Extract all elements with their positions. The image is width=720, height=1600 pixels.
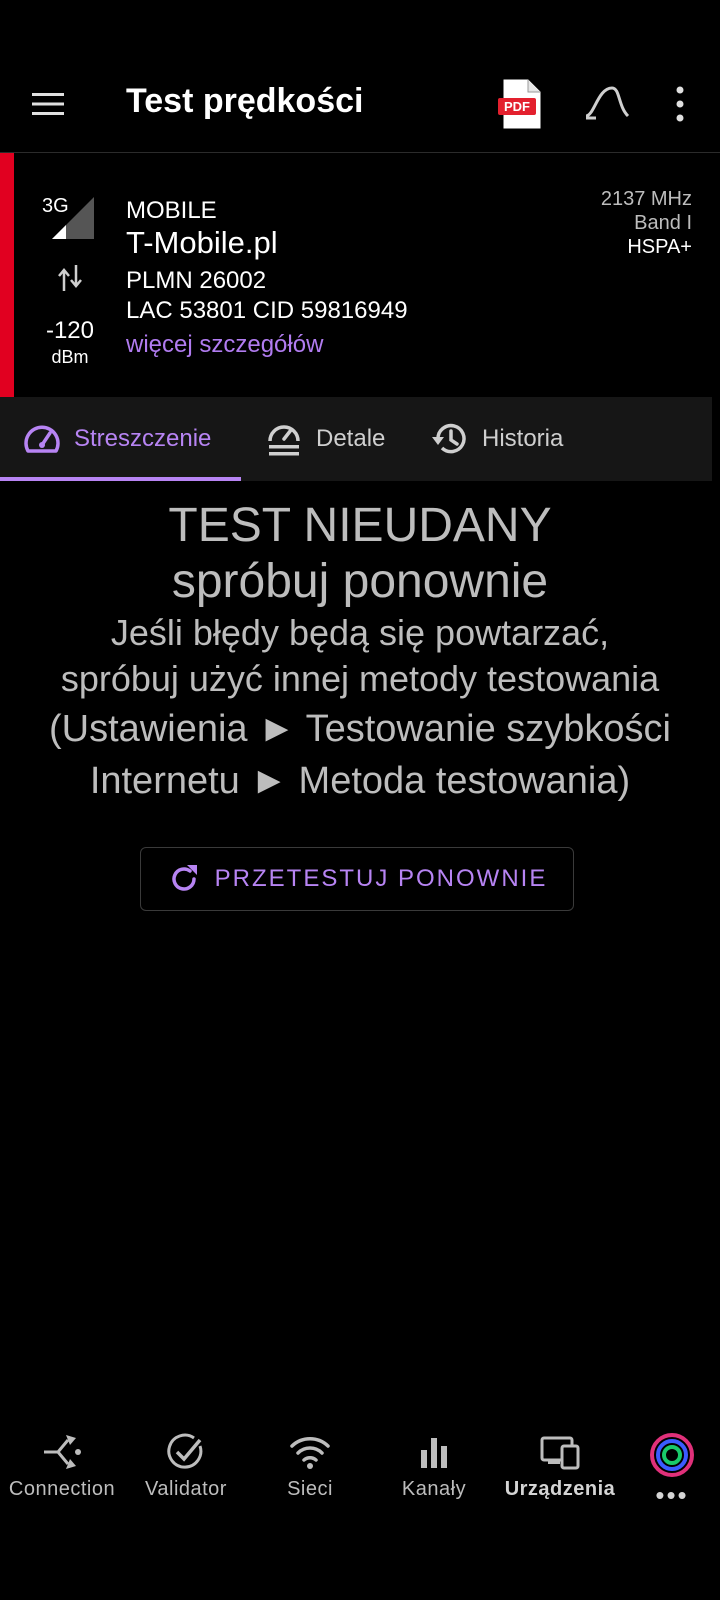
cell-info-card[interactable]: 3G -120 dBm MOBILE T-Mobile.pl PLMN 2600… (0, 153, 720, 397)
page-title: Test prędkości (126, 82, 364, 120)
nav-devices-label: Urządzenia (504, 1478, 616, 1500)
check-circle-icon (167, 1433, 203, 1469)
refresh-icon (171, 865, 197, 891)
app-bar: Test prędkości PDF (0, 0, 720, 153)
error-hint-line3: (Ustawienia ► Testowanie szybkości (49, 708, 671, 750)
more-details-link[interactable]: więcej szczegółów (126, 331, 323, 359)
speedometer-list-icon (268, 425, 300, 456)
pdf-label: PDF (504, 99, 530, 114)
tab-bar: Streszczenie Detale Historia (0, 397, 712, 481)
signal-unit: dBm (51, 347, 89, 367)
data-activity-icon (58, 265, 82, 291)
app-logo-icon (650, 1433, 694, 1477)
error-hint-line4: Internetu ► Metoda testowania) (89, 760, 631, 802)
error-hint-line2: spróbuj użyć innej metody testowania (60, 658, 660, 699)
nav-channels[interactable]: Kanały (372, 1420, 496, 1520)
pdf-export-icon[interactable]: PDF (498, 78, 546, 130)
signal-curve-icon[interactable] (584, 84, 630, 122)
nav-channels-label: Kanały (401, 1478, 467, 1500)
nav-validator[interactable]: Validator (124, 1420, 248, 1520)
tab-history-label: Historia (482, 425, 564, 452)
wifi-icon (290, 1437, 330, 1469)
history-icon (432, 423, 466, 454)
more-horizontal-icon: ••• (655, 1480, 689, 1510)
tab-history[interactable]: Historia (430, 397, 563, 481)
tab-details[interactable]: Detale (264, 397, 385, 481)
devices-icon (540, 1436, 580, 1470)
frequency: 2137 MHz (600, 188, 692, 210)
lac-cid: LAC 53801 CID 59816949 (126, 297, 408, 324)
retry-button-label: PRZETESTUJ PONOWNIE (214, 865, 548, 892)
error-hint-line1: Jeśli błędy będą się powtarzać, (110, 612, 610, 653)
menu-icon[interactable] (28, 84, 68, 124)
nav-devices[interactable]: Urządzenia (498, 1420, 622, 1520)
nav-networks-label: Sieci (287, 1478, 333, 1500)
more-vert-icon[interactable] (668, 84, 692, 124)
active-tab-indicator (0, 477, 241, 481)
band: Band I (634, 212, 692, 234)
operator-name: T-Mobile.pl (126, 225, 278, 260)
tab-details-label: Detale (316, 425, 386, 452)
network-type: 3G (42, 195, 69, 217)
bottom-navigation: Connection Validator Sieci Kanały Urządz… (0, 1420, 720, 1530)
signal-value: -120 (45, 317, 95, 344)
plmn-code: PLMN 26002 (126, 267, 267, 294)
nav-connection[interactable]: Connection (0, 1420, 124, 1520)
error-subtitle: spróbuj ponownie (171, 555, 549, 608)
nav-validator-label: Validator (145, 1478, 227, 1500)
signal-quality-bar (0, 153, 14, 397)
retry-button[interactable]: PRZETESTUJ PONOWNIE (140, 847, 574, 911)
frequency-info: 2137 MHz Band I HSPA+ (601, 187, 692, 259)
tab-summary[interactable]: Streszczenie (22, 397, 211, 481)
nav-more[interactable]: ••• (632, 1420, 712, 1520)
error-title: TEST NIEUDANY (168, 499, 552, 552)
tab-summary-label: Streszczenie (74, 425, 212, 452)
technology: HSPA+ (627, 236, 692, 258)
bar-chart-icon (421, 1438, 447, 1468)
connection-type: MOBILE (126, 197, 217, 224)
nav-connection-label: Connection (8, 1478, 116, 1500)
nav-networks[interactable]: Sieci (248, 1420, 372, 1520)
speedometer-icon (24, 425, 60, 453)
connection-icon (44, 1435, 81, 1469)
